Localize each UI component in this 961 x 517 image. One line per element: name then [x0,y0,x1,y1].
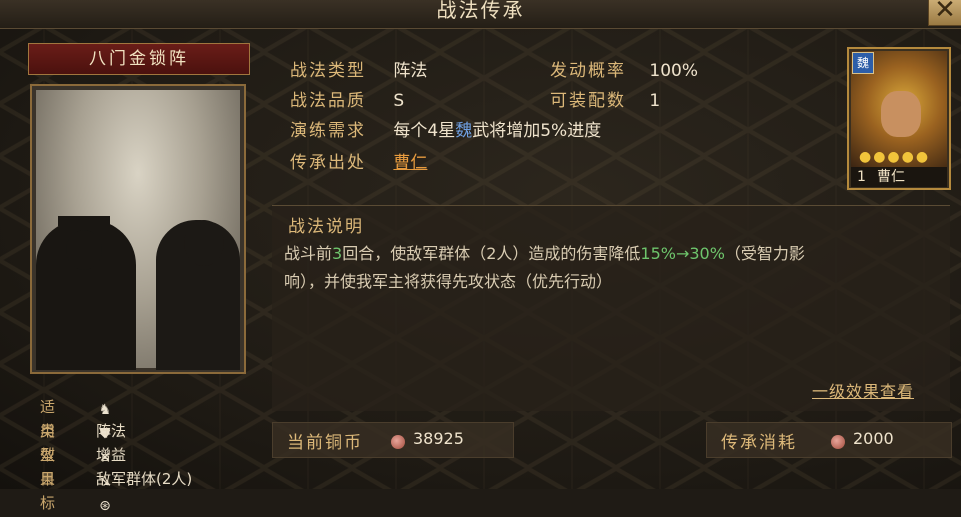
train-text: 每个4星 [393,121,456,141]
hero-card[interactable]: 魏 ●●●●● 1 曹仁 [847,47,951,190]
close-icon: ✕ [934,0,956,25]
info-type-row: 战法类型 阵法 [290,57,427,85]
desc-part: 响），并使我军主将获得先攻状态（优先行动） [284,272,613,291]
cost-coins-box: 传承消耗 2000 [706,422,952,458]
stat-label: 目标 [40,470,57,512]
info-origin-row: 传承出处 曹仁 [290,149,427,177]
current-coins-label: 当前铜币 [287,433,363,453]
skill-artwork [36,90,240,370]
cost-value: 2000 [853,429,894,448]
desc-range: 15%→30% [640,244,725,263]
figure-head-left [66,230,102,270]
current-coins-value: 38925 [413,429,464,448]
current-coins-box: 当前铜币 38925 [272,422,514,458]
info-label: 演练需求 [290,121,366,141]
info-value: 每个4星魏武将增加5%进度 [393,121,601,141]
info-label: 传承出处 [290,153,366,173]
info-value: 100% [649,61,699,81]
desc-part: 战斗前 [284,244,333,263]
copper-coin-icon [391,435,405,449]
hero-stars: ●●●●● [859,149,931,165]
info-label: 战法品质 [290,91,366,111]
desc-rounds: 3 [332,244,343,263]
page-title: 战法传承 [436,0,525,22]
train-text: 武将增加5%进度 [472,121,602,141]
stat-value: 阵法 [96,422,127,440]
title-bar: 战法传承 [0,0,961,29]
stat-value: 增益 [96,446,127,464]
info-value: S [393,91,405,111]
info-equip-row: 可装配数 1 [550,87,660,115]
hero-face [881,91,921,137]
info-train-row: 演练需求 每个4星魏武将增加5%进度 [290,117,601,145]
faction-text: 魏 [455,121,473,141]
skill-name-banner: 八门金锁阵 [28,43,250,75]
info-value: 1 [649,91,661,111]
desc-part: 回合，使敌军群体（2人）造成的伤害降低 [342,244,641,263]
skill-info-panel: 战法类型 阵法 战法品质 S 演练需求 每个4星魏武将增加5%进度 传承出处 曹… [272,45,844,195]
description-text: 战斗前3回合，使敌军群体（2人）造成的伤害降低15%→30%（受智力影 响），并… [284,240,924,296]
skill-portrait [30,84,246,374]
copper-coin-icon [831,435,845,449]
info-label: 战法类型 [290,61,366,81]
close-button[interactable]: ✕ [928,0,961,26]
hero-name: 曹仁 [877,169,905,185]
cost-label: 传承消耗 [721,433,797,453]
info-value: 阵法 [393,61,428,81]
desc-part: （受智力影 [724,244,805,263]
info-label: 可装配数 [550,91,626,111]
hero-level: 1 [857,169,866,185]
info-quality-row: 战法品质 S [290,87,404,115]
hero-label: 1 曹仁 [851,167,947,187]
chariot-icon: ⊛ [99,498,111,514]
info-label: 发动概率 [550,61,626,81]
stat-value: 敌军群体(2人) [96,470,193,488]
cavalry-icon: ♞ [98,402,112,418]
info-rate-row: 发动概率 100% [550,57,698,85]
description-title: 战法说明 [288,217,364,237]
description-panel: 战法说明 战斗前3回合，使敌军群体（2人）造成的伤害降低15%→30%（受智力影… [272,205,950,411]
origin-hero-link[interactable]: 曹仁 [393,153,427,173]
level-effect-link[interactable]: 一级效果查看 [812,378,914,402]
figure-head-right [184,220,224,266]
faction-badge: 魏 [852,52,874,74]
figure-hat [58,216,110,226]
